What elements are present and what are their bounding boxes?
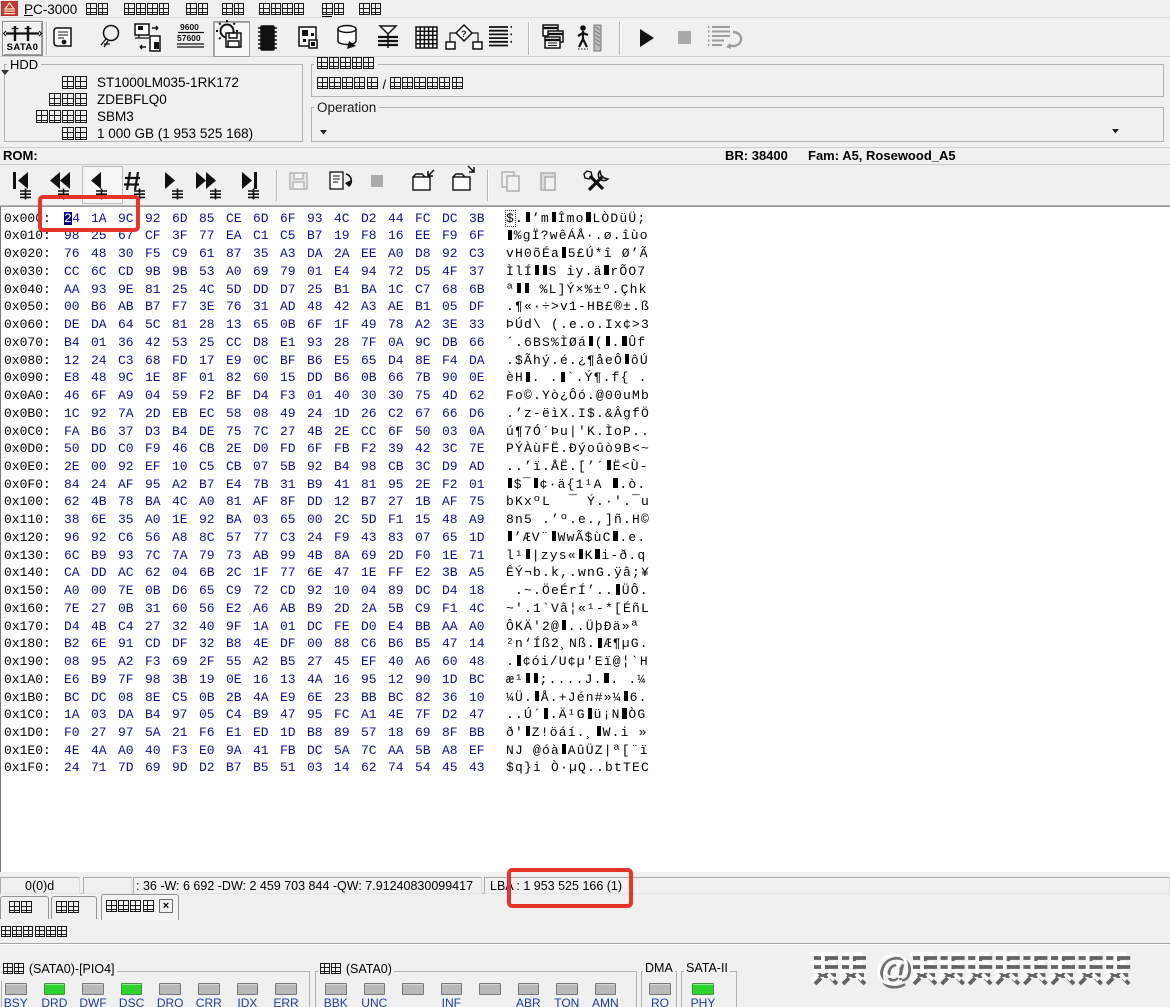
svg-text:@: @ [875,947,910,988]
